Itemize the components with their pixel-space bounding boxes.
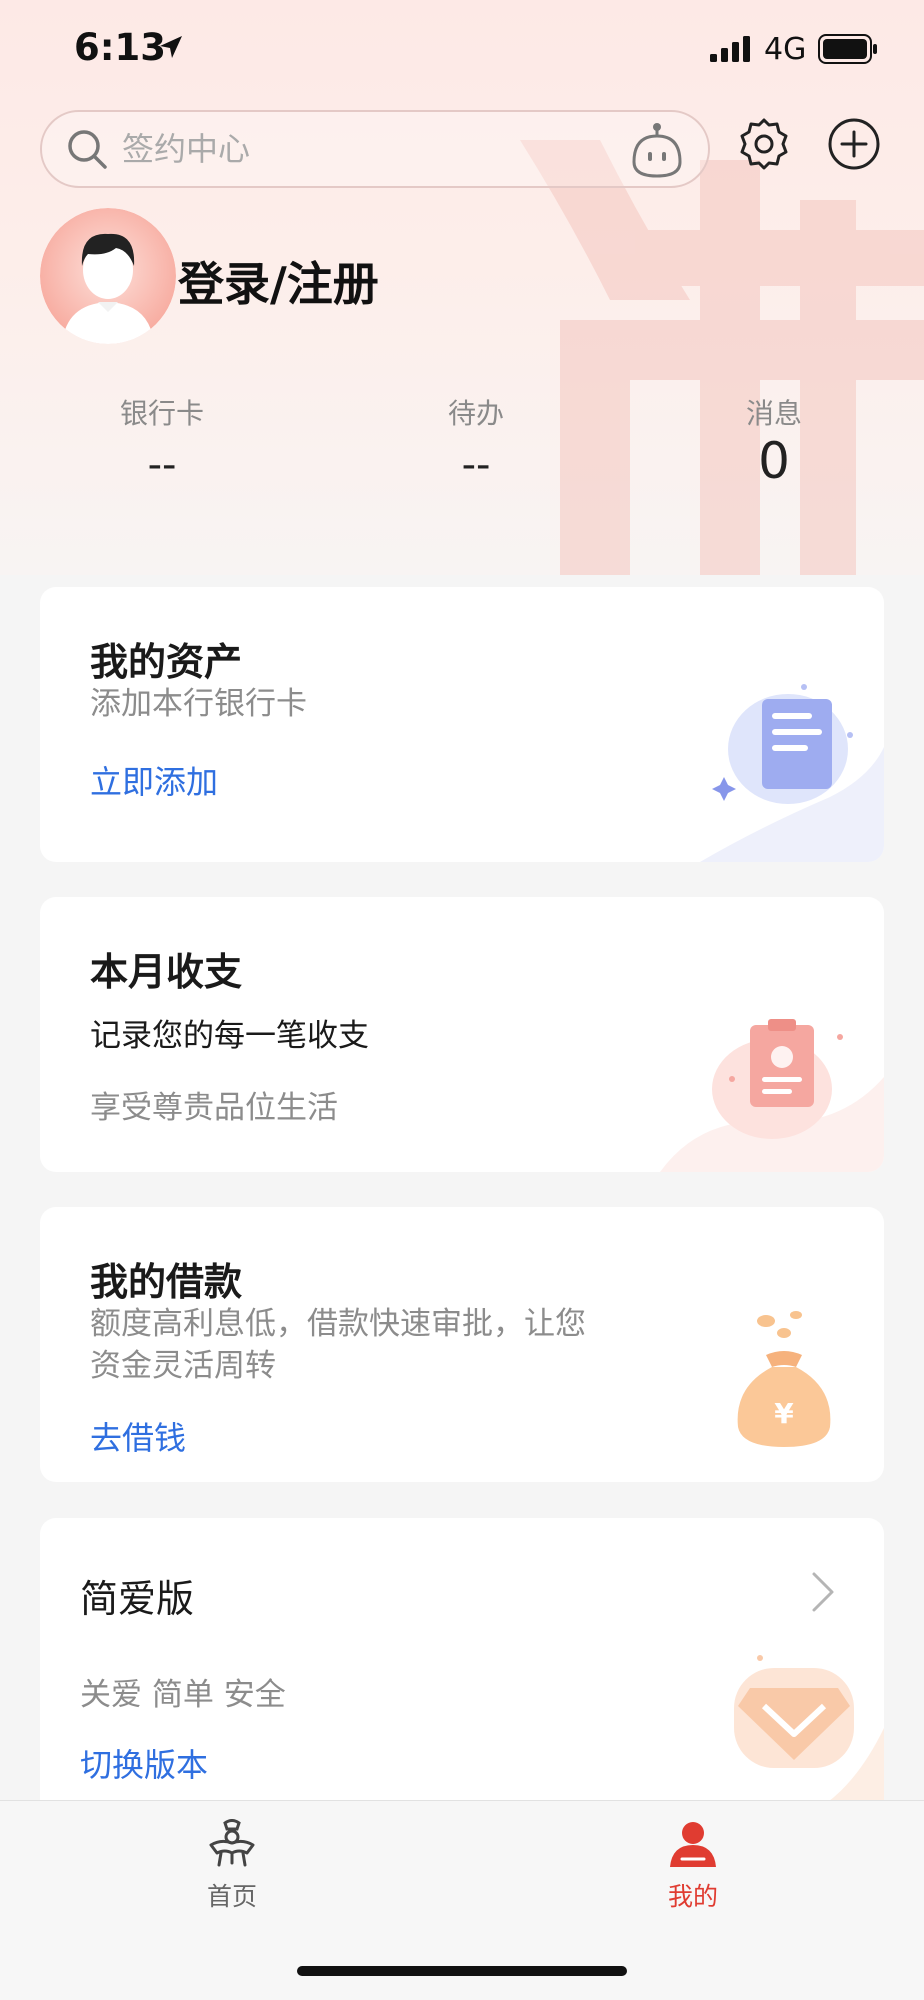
stat-messages[interactable]: 消息 0 bbox=[674, 392, 874, 490]
card-title: 我的借款 bbox=[90, 1260, 243, 1304]
location-arrow-icon bbox=[160, 36, 182, 58]
search-icon bbox=[68, 130, 107, 169]
card-simple-version[interactable]: 简爱版 关爱 简单 安全 切换版本 bbox=[40, 1518, 884, 1818]
stat-todo[interactable]: 待办 -- bbox=[376, 392, 576, 488]
card-title: 我的资产 bbox=[90, 640, 243, 684]
card-subtitle-secondary: 享受尊贵品位生活 bbox=[90, 1090, 338, 1126]
login-register-link[interactable]: 登录/注册 bbox=[178, 248, 379, 314]
borrow-link[interactable]: 去借钱 bbox=[90, 1413, 186, 1459]
stat-value: 0 bbox=[758, 432, 790, 490]
switch-version-link[interactable]: 切换版本 bbox=[80, 1740, 208, 1786]
user-profile-icon bbox=[670, 1822, 716, 1867]
stat-label: 消息 bbox=[745, 397, 802, 430]
add-circle-icon[interactable] bbox=[826, 116, 882, 172]
stat-value: -- bbox=[461, 442, 491, 488]
stat-value: -- bbox=[147, 442, 177, 488]
card-subtitle-line1: 额度高利息低，借款快速审批，让您 bbox=[90, 1306, 586, 1342]
clipboard-illustration-icon bbox=[660, 1019, 884, 1172]
card-subtitle: 添加本行银行卡 bbox=[90, 686, 307, 722]
diamond-illustration-icon bbox=[734, 1655, 884, 1818]
stat-bank-cards[interactable]: 银行卡 -- bbox=[62, 392, 262, 488]
card-my-loan[interactable]: 我的借款 额度高利息低，借款快速审批，让您 资金灵活周转 去借钱 ¥ bbox=[40, 1207, 884, 1482]
tab-mine[interactable]: 我的 bbox=[623, 1819, 763, 1913]
card-my-assets[interactable]: 我的资产 添加本行银行卡 立即添加 bbox=[40, 587, 884, 862]
network-type: 4G bbox=[764, 32, 807, 67]
card-title: 本月收支 bbox=[90, 950, 243, 994]
document-illustration-icon bbox=[700, 684, 884, 862]
home-indicator bbox=[297, 1966, 627, 1976]
status-time: 6:13 bbox=[74, 26, 167, 69]
card-subtitle-line2: 资金灵活周转 bbox=[90, 1348, 276, 1384]
settings-gear-icon[interactable] bbox=[736, 116, 792, 172]
card-subtitle: 关爱 简单 安全 bbox=[80, 1677, 286, 1713]
stat-label: 待办 bbox=[447, 397, 504, 430]
battery-icon bbox=[818, 34, 877, 64]
card-monthly-budget[interactable]: 本月收支 记录您的每一笔收支 享受尊贵品位生活 bbox=[40, 897, 884, 1172]
card-title: 简爱版 bbox=[80, 1577, 195, 1621]
header-hero: 6:13 4G 签约中心 登录/注册 银行卡 -- 待办 -- 消息 0 bbox=[0, 0, 924, 575]
assistant-robot-icon[interactable] bbox=[626, 122, 688, 180]
avatar[interactable] bbox=[40, 208, 176, 344]
money-bag-illustration-icon: ¥ bbox=[737, 1311, 831, 1447]
cellular-signal-icon bbox=[710, 36, 750, 62]
home-emblem-icon bbox=[209, 1819, 255, 1867]
card-subtitle: 记录您的每一笔收支 bbox=[90, 1018, 369, 1054]
svg-text:¥: ¥ bbox=[774, 1397, 794, 1430]
stat-label: 银行卡 bbox=[119, 397, 204, 430]
tab-label: 我的 bbox=[667, 1882, 718, 1911]
search-bar[interactable] bbox=[40, 110, 710, 188]
tab-label: 首页 bbox=[206, 1882, 257, 1911]
search-input[interactable] bbox=[122, 124, 542, 174]
add-card-link[interactable]: 立即添加 bbox=[90, 757, 218, 803]
chevron-right-icon[interactable] bbox=[808, 1570, 838, 1614]
tab-home[interactable]: 首页 bbox=[162, 1819, 302, 1913]
